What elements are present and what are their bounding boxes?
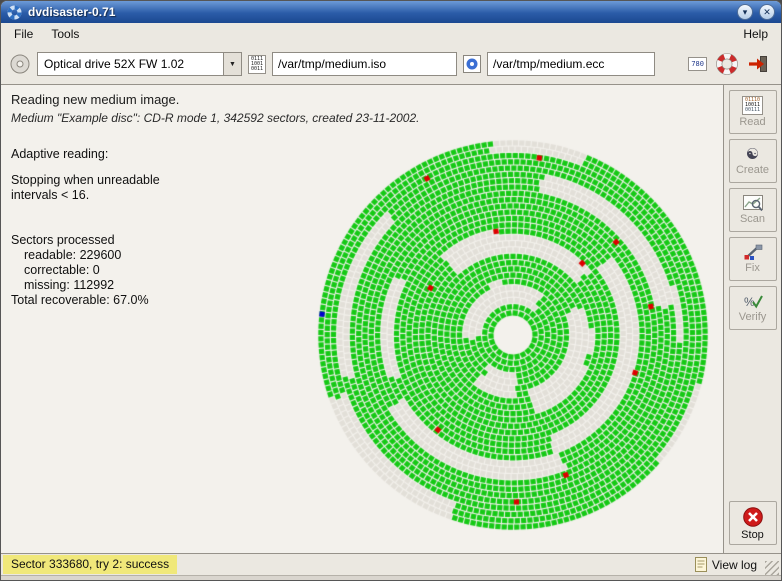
menu-tools[interactable]: Tools <box>42 25 88 43</box>
reading-info-panel: Adaptive reading: Stopping when unreadab… <box>11 147 160 308</box>
verify-label: Verify <box>738 311 767 323</box>
toolbar-right-group: 780 <box>688 53 773 75</box>
menubar: File Tools Help <box>1 23 781 44</box>
app-window: dvdisaster-0.71 ▾ ✕ File Tools Help Opti… <box>0 0 782 581</box>
disc-spiral <box>307 125 719 555</box>
view-log-button[interactable]: View log <box>694 557 757 572</box>
window-body: Reading new medium image. Medium "Exampl… <box>1 85 781 555</box>
fix-tools-icon <box>743 244 763 261</box>
page-title: Reading new medium image. <box>11 92 180 107</box>
scan-chart-icon <box>742 195 763 212</box>
adaptive-reading-label: Adaptive reading: <box>11 147 109 161</box>
quit-exit-icon[interactable] <box>747 54 769 74</box>
iso-path-input[interactable] <box>272 52 458 76</box>
correctable-count: correctable: 0 <box>24 263 100 277</box>
reading-content: Adaptive reading: Stopping when unreadab… <box>1 125 723 555</box>
read-label: Read <box>739 116 766 128</box>
scan-button[interactable]: Scan <box>728 188 777 232</box>
app-icon <box>7 5 22 20</box>
verify-check-icon: % <box>743 293 763 310</box>
chevron-down-icon[interactable]: ▼ <box>223 53 241 75</box>
window-frame-bottom <box>1 575 781 580</box>
create-label: Create <box>735 163 770 176</box>
fix-label: Fix <box>745 262 760 274</box>
image-file-icon: 0111 1001 0011 <box>248 54 267 74</box>
drive-icon[interactable] <box>9 53 31 75</box>
stop-icon <box>742 506 764 528</box>
fix-button[interactable]: Fix <box>728 237 777 281</box>
verify-button[interactable]: % Verify <box>728 286 777 330</box>
stopping-line-1: Stopping when unreadable <box>11 173 160 187</box>
toolbar: Optical drive 52X FW 1.02 ▼ 0111 1001 00… <box>1 44 781 85</box>
create-button[interactable]: ☯ Create <box>728 139 777 183</box>
view-log-label: View log <box>711 557 757 572</box>
page-head: Reading new medium image. Medium "Exampl… <box>1 85 723 125</box>
status-message: Sector 333680, try 2: success <box>3 555 178 574</box>
ecc-path-input[interactable] <box>487 52 656 76</box>
log-document-icon <box>694 557 708 572</box>
main-area: Reading new medium image. Medium "Exampl… <box>1 85 723 555</box>
drive-select[interactable]: Optical drive 52X FW 1.02 ▼ <box>37 52 242 76</box>
stopping-line-2: intervals < 16. <box>11 188 90 202</box>
stop-label: Stop <box>741 528 764 541</box>
resize-grip[interactable] <box>765 561 779 575</box>
menu-file[interactable]: File <box>5 25 42 43</box>
action-sidebar: 01110 10011 00111 Read ☯ Create Scan Fix… <box>723 85 781 553</box>
read-button[interactable]: 01110 10011 00111 Read <box>728 90 777 134</box>
statusbar: Sector 333680, try 2: success View log <box>1 553 781 575</box>
read-binary-icon: 01110 10011 00111 <box>741 96 764 115</box>
help-lifesaver-icon[interactable] <box>716 53 738 75</box>
readable-count: readable: 229600 <box>24 248 122 262</box>
medium-description: Medium "Example disc": CD-R mode 1, 3425… <box>11 111 420 125</box>
ecc-file-icon <box>463 55 482 73</box>
close-button[interactable]: ✕ <box>759 4 775 20</box>
sectors-processed-label: Sectors processed <box>11 233 115 247</box>
preferences-icon[interactable]: 780 <box>688 57 707 71</box>
stop-button[interactable]: Stop <box>728 501 777 545</box>
menu-help[interactable]: Help <box>734 25 777 43</box>
yin-yang-icon: ☯ <box>745 145 760 163</box>
scan-label: Scan <box>739 213 766 225</box>
total-recoverable: Total recoverable: 67.0% <box>11 293 149 307</box>
drive-select-value: Optical drive 52X FW 1.02 <box>44 57 185 71</box>
window-title: dvdisaster-0.71 <box>28 5 116 19</box>
titlebar[interactable]: dvdisaster-0.71 ▾ ✕ <box>1 1 781 23</box>
missing-count: missing: 112992 <box>24 278 115 292</box>
minimize-button[interactable]: ▾ <box>737 4 753 20</box>
